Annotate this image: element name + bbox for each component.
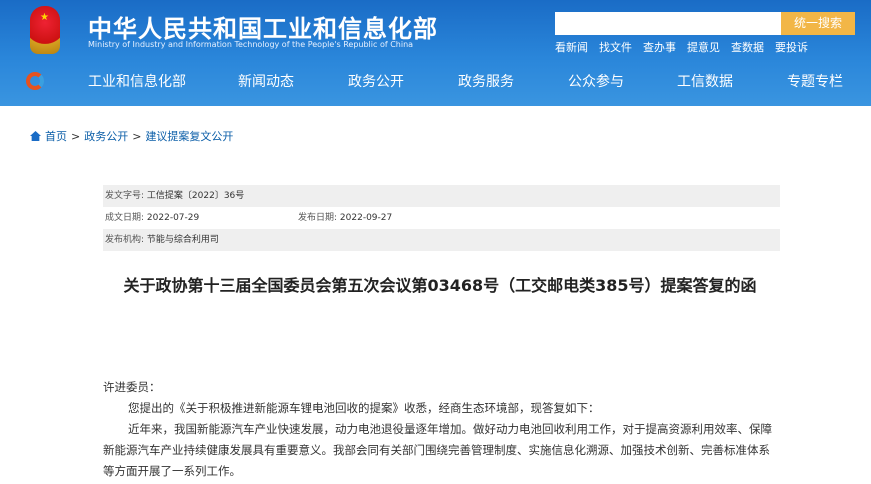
paragraph: 您提出的《关于积极推进新能源车锂电池回收的提案》收悉，经商生态环境部，现答复如下…: [128, 401, 600, 415]
nav-item-affairs[interactable]: 政务公开: [348, 71, 404, 91]
search-input[interactable]: [555, 12, 781, 35]
nav-item-topics[interactable]: 专题专栏: [787, 71, 843, 91]
paragraph: 近年来，我国新能源汽车产业快速发展，动力电池退役量逐年增加。做好动力电池回收利用…: [103, 422, 772, 478]
breadcrumb-proposals[interactable]: 建议提案复文公开: [145, 128, 233, 144]
nav-item-news[interactable]: 新闻动态: [238, 71, 294, 91]
miit-logo-icon[interactable]: [26, 72, 44, 90]
nav-item-participation[interactable]: 公众参与: [568, 71, 624, 91]
search-button[interactable]: 统一搜索: [781, 12, 855, 35]
site-title: 中华人民共和国工业和信息化部: [88, 15, 438, 43]
quick-link-complaint[interactable]: 要投诉: [775, 39, 808, 55]
home-icon: [30, 131, 41, 141]
info-row-doc-no: 发文字号: 工信提案〔2022〕36号: [103, 185, 780, 207]
nav-item-data[interactable]: 工信数据: [677, 71, 733, 91]
info-row-org: 发布机构: 节能与综合利用司: [103, 229, 780, 251]
quick-link-files[interactable]: 找文件: [599, 39, 632, 55]
article-body: 许进委员： 您提出的《关于积极推进新能源车锂电池回收的提案》收悉，经商生态环境部…: [103, 377, 780, 482]
national-emblem-logo: ★: [30, 6, 60, 54]
document-info-table: 发文字号: 工信提案〔2022〕36号 成文日期: 2022-07-29 发布日…: [103, 185, 780, 251]
salutation: 许进委员：: [103, 380, 161, 394]
breadcrumb: 首页 > 政务公开 > 建议提案复文公开: [30, 128, 233, 144]
site-header: ★ 中华人民共和国工业和信息化部 Ministry of Industry an…: [0, 0, 871, 106]
breadcrumb-affairs[interactable]: 政务公开: [84, 128, 128, 144]
main-nav: 工业和信息化部 新闻动态 政务公开 政务服务 公众参与 工信数据 专题专栏: [0, 62, 871, 100]
nav-item-services[interactable]: 政务服务: [458, 71, 514, 91]
article-title: 关于政协第十三届全国委员会第五次会议第03468号（工交邮电类385号）提案答复…: [123, 276, 757, 295]
quick-link-data[interactable]: 查数据: [731, 39, 764, 55]
quick-link-services[interactable]: 查办事: [643, 39, 676, 55]
info-row-dates: 成文日期: 2022-07-29 发布日期: 2022-09-27: [105, 213, 393, 223]
quick-links: 看新闻 找文件 查办事 提意见 查数据 要投诉: [555, 39, 808, 55]
site-subtitle: Ministry of Industry and Information Tec…: [88, 40, 414, 49]
nav-item-miit[interactable]: 工业和信息化部: [88, 71, 186, 91]
breadcrumb-home[interactable]: 首页: [45, 128, 67, 144]
quick-link-feedback[interactable]: 提意见: [687, 39, 720, 55]
quick-link-news[interactable]: 看新闻: [555, 39, 588, 55]
